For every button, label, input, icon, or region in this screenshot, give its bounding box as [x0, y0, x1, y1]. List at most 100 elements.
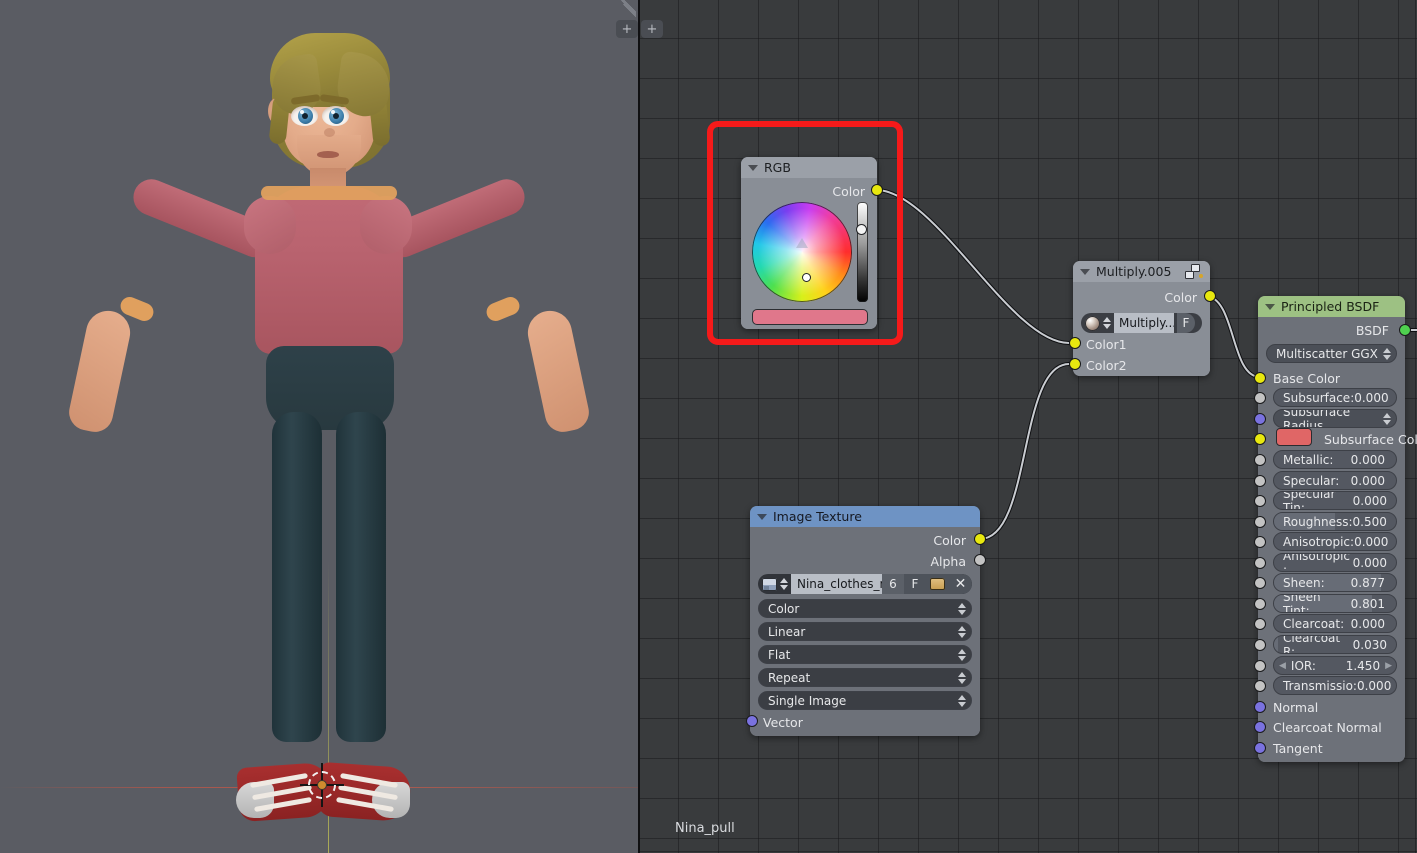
shoe-toe-left: [236, 782, 274, 818]
material-sphere-icon[interactable]: [1085, 316, 1100, 331]
prop-socket-anisotropic[interactable]: [1254, 536, 1266, 548]
prop-label-transmission: Transmissio:: [1274, 679, 1357, 693]
prop-socket-roughness[interactable]: [1254, 516, 1266, 528]
prop-socket-specular[interactable]: [1254, 475, 1266, 487]
prop-dropdown-subsurface-radius[interactable]: Subsurface Radius: [1273, 409, 1397, 428]
prop-label-anisotropic-rotation: Anisotropic :: [1274, 553, 1353, 572]
prop-slider-specular-tint[interactable]: Specular Tin: 0.000: [1273, 491, 1397, 510]
node-image-texture[interactable]: Image Texture Color Alpha Nina_clothes_m…: [750, 506, 980, 736]
prop-value-sheen-tint: 0.801: [1351, 597, 1396, 611]
open-file-icon[interactable]: [926, 574, 949, 594]
prop-socket-base-color[interactable]: [1254, 372, 1266, 384]
node-image-texture-header[interactable]: Image Texture: [750, 506, 980, 527]
node-image-texture-title: Image Texture: [773, 509, 862, 524]
node-multiply-output-color-socket[interactable]: [1204, 290, 1216, 302]
image-fake-user-toggle[interactable]: F: [904, 574, 926, 594]
eye-highlight-left: [300, 110, 304, 114]
image-datablock-icon[interactable]: [758, 578, 780, 591]
collapse-triangle-icon[interactable]: [1080, 269, 1090, 275]
collapse-triangle-icon[interactable]: [1265, 304, 1275, 310]
prop-socket-sheen-tint[interactable]: [1254, 598, 1266, 610]
prop-label-specular: Specular:: [1274, 474, 1339, 488]
dropdown-source[interactable]: Single Image: [758, 691, 972, 710]
image-datablock-stepper[interactable]: [780, 578, 788, 590]
node-editor-nav-gizmo[interactable]: +: [641, 20, 663, 38]
node-image-texture-output-color-label: Color: [933, 533, 966, 548]
prop-socket-tangent[interactable]: [1254, 742, 1266, 754]
node-multiply[interactable]: Multiply.005 Color Multiply.... F Color1: [1073, 261, 1210, 376]
chevron-left-icon[interactable]: ◀: [1274, 661, 1291, 671]
prop-socket-anisotropic-rotation[interactable]: [1254, 557, 1266, 569]
node-group-icon[interactable]: [1185, 264, 1203, 280]
red-highlight-box: [707, 121, 903, 345]
chevron-updown-icon: [958, 649, 966, 661]
node-multiply-blend-row[interactable]: Multiply.... F: [1081, 313, 1202, 333]
dropdown-color-space[interactable]: Color: [758, 599, 972, 618]
3d-cursor: [300, 763, 344, 807]
prop-label-roughness: Roughness:: [1274, 515, 1353, 529]
prop-slider-transmission[interactable]: Transmissio: 0.000: [1273, 676, 1397, 695]
prop-slider-metallic[interactable]: Metallic: 0.000: [1273, 450, 1397, 469]
node-principled-bsdf[interactable]: Principled BSDF BSDF Multiscatter GGX Ba…: [1258, 296, 1405, 762]
unlink-x-icon[interactable]: ✕: [949, 574, 972, 594]
prop-number-ior[interactable]: ◀ IOR: 1.450 ▶: [1273, 656, 1397, 675]
node-multiply-input-color1-socket[interactable]: [1069, 337, 1081, 349]
prop-label-sheen-tint: Sheen Tint:: [1274, 594, 1351, 613]
prop-slider-clearcoat-roughness[interactable]: Clearcoat R: 0.030: [1273, 635, 1397, 654]
node-image-texture-output-color-socket[interactable]: [974, 533, 986, 545]
prop-label-clearcoat: Clearcoat:: [1274, 617, 1344, 631]
node-image-texture-output-alpha-socket[interactable]: [974, 554, 986, 566]
blend-mode-value[interactable]: Multiply....: [1114, 313, 1174, 333]
prop-slider-anisotropic[interactable]: Anisotropic: 0.000: [1273, 532, 1397, 551]
prop-socket-specular-tint[interactable]: [1254, 495, 1266, 507]
dropdown-interpolation-label: Linear: [759, 625, 805, 639]
node-image-texture-input-vector-socket[interactable]: [746, 715, 758, 727]
leg-right: [336, 412, 386, 742]
dropdown-extension[interactable]: Repeat: [758, 668, 972, 687]
dropdown-interpolation[interactable]: Linear: [758, 622, 972, 641]
prop-slider-clearcoat[interactable]: Clearcoat: 0.000: [1273, 614, 1397, 633]
eye-highlight-right: [331, 110, 335, 114]
prop-slider-specular[interactable]: Specular: 0.000: [1273, 471, 1397, 490]
node-multiply-input-color1-label: Color1: [1086, 337, 1127, 352]
prop-socket-normal[interactable]: [1254, 701, 1266, 713]
prop-label-specular-tint: Specular Tin:: [1274, 491, 1353, 510]
dropdown-distribution[interactable]: Multiscatter GGX: [1266, 344, 1397, 363]
dropdown-projection[interactable]: Flat: [758, 645, 972, 664]
node-multiply-input-color2-socket[interactable]: [1069, 358, 1081, 370]
node-multiply-header[interactable]: Multiply.005: [1073, 261, 1210, 282]
shader-node-editor[interactable]: + RGB Color: [640, 0, 1417, 853]
character-model-nina[interactable]: [0, 0, 638, 853]
prop-slider-roughness[interactable]: Roughness: 0.500: [1273, 512, 1397, 531]
prop-socket-subsurface[interactable]: [1254, 392, 1266, 404]
viewport-corner-resize-grip[interactable]: [614, 0, 636, 22]
prop-slider-sheen[interactable]: Sheen: 0.877: [1273, 573, 1397, 592]
node-principled-bsdf-header[interactable]: Principled BSDF: [1258, 296, 1405, 317]
viewport-nav-gizmo[interactable]: +: [616, 20, 638, 38]
image-users-count[interactable]: 6: [882, 574, 904, 594]
prop-socket-clearcoat[interactable]: [1254, 618, 1266, 630]
collapse-triangle-icon[interactable]: [757, 514, 767, 520]
prop-socket-subsurface-color[interactable]: [1254, 433, 1266, 445]
prop-socket-subsurface-radius[interactable]: [1254, 413, 1266, 425]
image-datablock-row[interactable]: Nina_clothes_m... 6 F ✕: [758, 574, 972, 594]
node-principled-bsdf-output-socket[interactable]: [1399, 324, 1411, 336]
blend-mode-stepper[interactable]: [1103, 317, 1111, 329]
chevron-updown-icon: [1383, 413, 1391, 425]
prop-label-clearcoat-roughness: Clearcoat R:: [1274, 635, 1353, 654]
blend-factor-toggle[interactable]: F: [1177, 313, 1195, 333]
prop-slider-sheen-tint[interactable]: Sheen Tint: 0.801: [1273, 594, 1397, 613]
prop-socket-sheen[interactable]: [1254, 577, 1266, 589]
prop-slider-anisotropic-rotation[interactable]: Anisotropic : 0.000: [1273, 553, 1397, 572]
chevron-updown-icon: [958, 695, 966, 707]
prop-socket-ior[interactable]: [1254, 660, 1266, 672]
prop-socket-transmission[interactable]: [1254, 680, 1266, 692]
chevron-right-icon[interactable]: ▶: [1385, 661, 1396, 671]
prop-slider-subsurface[interactable]: Subsurface: 0.000: [1273, 388, 1397, 407]
image-datablock-name[interactable]: Nina_clothes_m...: [791, 574, 882, 594]
prop-socket-clearcoat-normal[interactable]: [1254, 721, 1266, 733]
prop-socket-metallic[interactable]: [1254, 454, 1266, 466]
prop-socket-clearcoat-roughness[interactable]: [1254, 639, 1266, 651]
3d-viewport[interactable]: +: [0, 0, 638, 853]
prop-swatch-subsurface-color[interactable]: [1276, 428, 1312, 446]
